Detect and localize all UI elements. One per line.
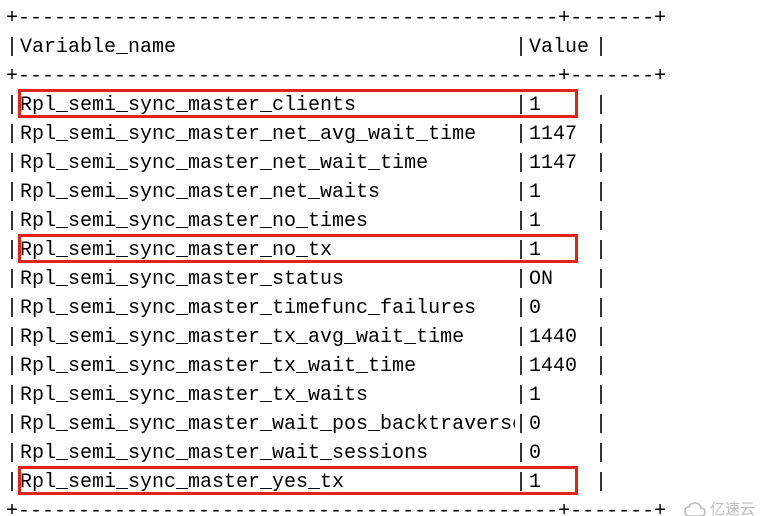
pipe: | [515,149,529,178]
pipe: | [515,265,529,294]
table-row: | Rpl_semi_sync_master_no_times| 1| [6,207,757,236]
pipe: | [515,33,529,62]
pipe: | [6,207,20,236]
variable-value: 1 [529,468,595,497]
pipe: | [595,178,609,207]
pipe: | [515,381,529,410]
variable-name: Rpl_semi_sync_master_tx_wait_time [20,352,515,381]
pipe: | [515,468,529,497]
table-row: | Rpl_semi_sync_master_net_avg_wait_time… [6,120,757,149]
variable-value: 0 [529,410,595,439]
table-row: | Rpl_semi_sync_master_tx_avg_wait_time|… [6,323,757,352]
table-top-border: +---------------------------------------… [6,4,757,33]
variable-value: 1 [529,207,595,236]
pipe: | [595,149,609,178]
pipe: | [515,91,529,120]
pipe: | [6,439,20,468]
pipe: | [6,381,20,410]
variable-value: 0 [529,439,595,468]
pipe: | [595,120,609,149]
pipe: | [6,178,20,207]
pipe: | [595,323,609,352]
table-row: | Rpl_semi_sync_master_net_wait_time| 11… [6,149,757,178]
variable-name: Rpl_semi_sync_master_clients [20,91,515,120]
pipe: | [6,410,20,439]
header-value: Value [529,33,595,62]
pipe: | [6,33,20,62]
table-row: | Rpl_semi_sync_master_tx_wait_time| 144… [6,352,757,381]
table-row: | Rpl_semi_sync_master_yes_tx| 1| [6,468,757,497]
pipe: | [595,352,609,381]
pipe: | [6,468,20,497]
variable-name: Rpl_semi_sync_master_wait_sessions [20,439,515,468]
table-bottom-border: +---------------------------------------… [6,497,757,516]
watermark: 亿速云 [684,495,755,516]
pipe: | [595,265,609,294]
table-row: | Rpl_semi_sync_master_wait_sessions| 0| [6,439,757,468]
table-row: | Rpl_semi_sync_master_net_waits| 1| [6,178,757,207]
pipe: | [515,294,529,323]
variable-value: 1440 [529,352,595,381]
variable-name: Rpl_semi_sync_master_tx_avg_wait_time [20,323,515,352]
pipe: | [6,352,20,381]
variable-value: 1440 [529,323,595,352]
variable-name: Rpl_semi_sync_master_tx_waits [20,381,515,410]
pipe: | [6,294,20,323]
pipe: | [595,294,609,323]
table-header-border: +---------------------------------------… [6,62,757,91]
pipe: | [6,323,20,352]
variable-name: Rpl_semi_sync_master_timefunc_failures [20,294,515,323]
cloud-icon [684,502,706,516]
pipe: | [6,265,20,294]
pipe: | [515,352,529,381]
pipe: | [595,439,609,468]
variable-value: 1147 [529,120,595,149]
pipe: | [515,323,529,352]
variable-name: Rpl_semi_sync_master_net_avg_wait_time [20,120,515,149]
pipe: | [515,236,529,265]
table-header-row: | Variable_name | Value | [6,33,757,62]
table-row: | Rpl_semi_sync_master_clients| 1| [6,91,757,120]
table-row: | Rpl_semi_sync_master_tx_waits| 1| [6,381,757,410]
table-row: | Rpl_semi_sync_master_status| ON| [6,265,757,294]
pipe: | [515,120,529,149]
variable-name: Rpl_semi_sync_master_wait_pos_backtraver… [20,410,515,439]
pipe: | [595,207,609,236]
pipe: | [595,381,609,410]
variable-name: Rpl_semi_sync_master_no_times [20,207,515,236]
variable-name: Rpl_semi_sync_master_status [20,265,515,294]
variable-value: ON [529,265,595,294]
pipe: | [595,33,609,62]
variable-value: 1 [529,178,595,207]
variable-name: Rpl_semi_sync_master_net_wait_time [20,149,515,178]
pipe: | [515,410,529,439]
watermark-text: 亿速云 [710,495,755,516]
pipe: | [595,91,609,120]
pipe: | [6,120,20,149]
table-row: | Rpl_semi_sync_master_no_tx| 1| [6,236,757,265]
header-name: Variable_name [20,33,515,62]
pipe: | [595,410,609,439]
variable-value: 1 [529,236,595,265]
variable-value: 1 [529,381,595,410]
pipe: | [515,207,529,236]
variable-value: 1147 [529,149,595,178]
pipe: | [6,149,20,178]
pipe: | [515,178,529,207]
table-row: | Rpl_semi_sync_master_wait_pos_backtrav… [6,410,757,439]
pipe: | [595,236,609,265]
variable-name: Rpl_semi_sync_master_yes_tx [20,468,515,497]
pipe: | [515,439,529,468]
pipe: | [595,468,609,497]
table-row: | Rpl_semi_sync_master_timefunc_failures… [6,294,757,323]
variable-name: Rpl_semi_sync_master_net_waits [20,178,515,207]
variable-name: Rpl_semi_sync_master_no_tx [20,236,515,265]
pipe: | [6,236,20,265]
variable-value: 1 [529,91,595,120]
variable-value: 0 [529,294,595,323]
pipe: | [6,91,20,120]
